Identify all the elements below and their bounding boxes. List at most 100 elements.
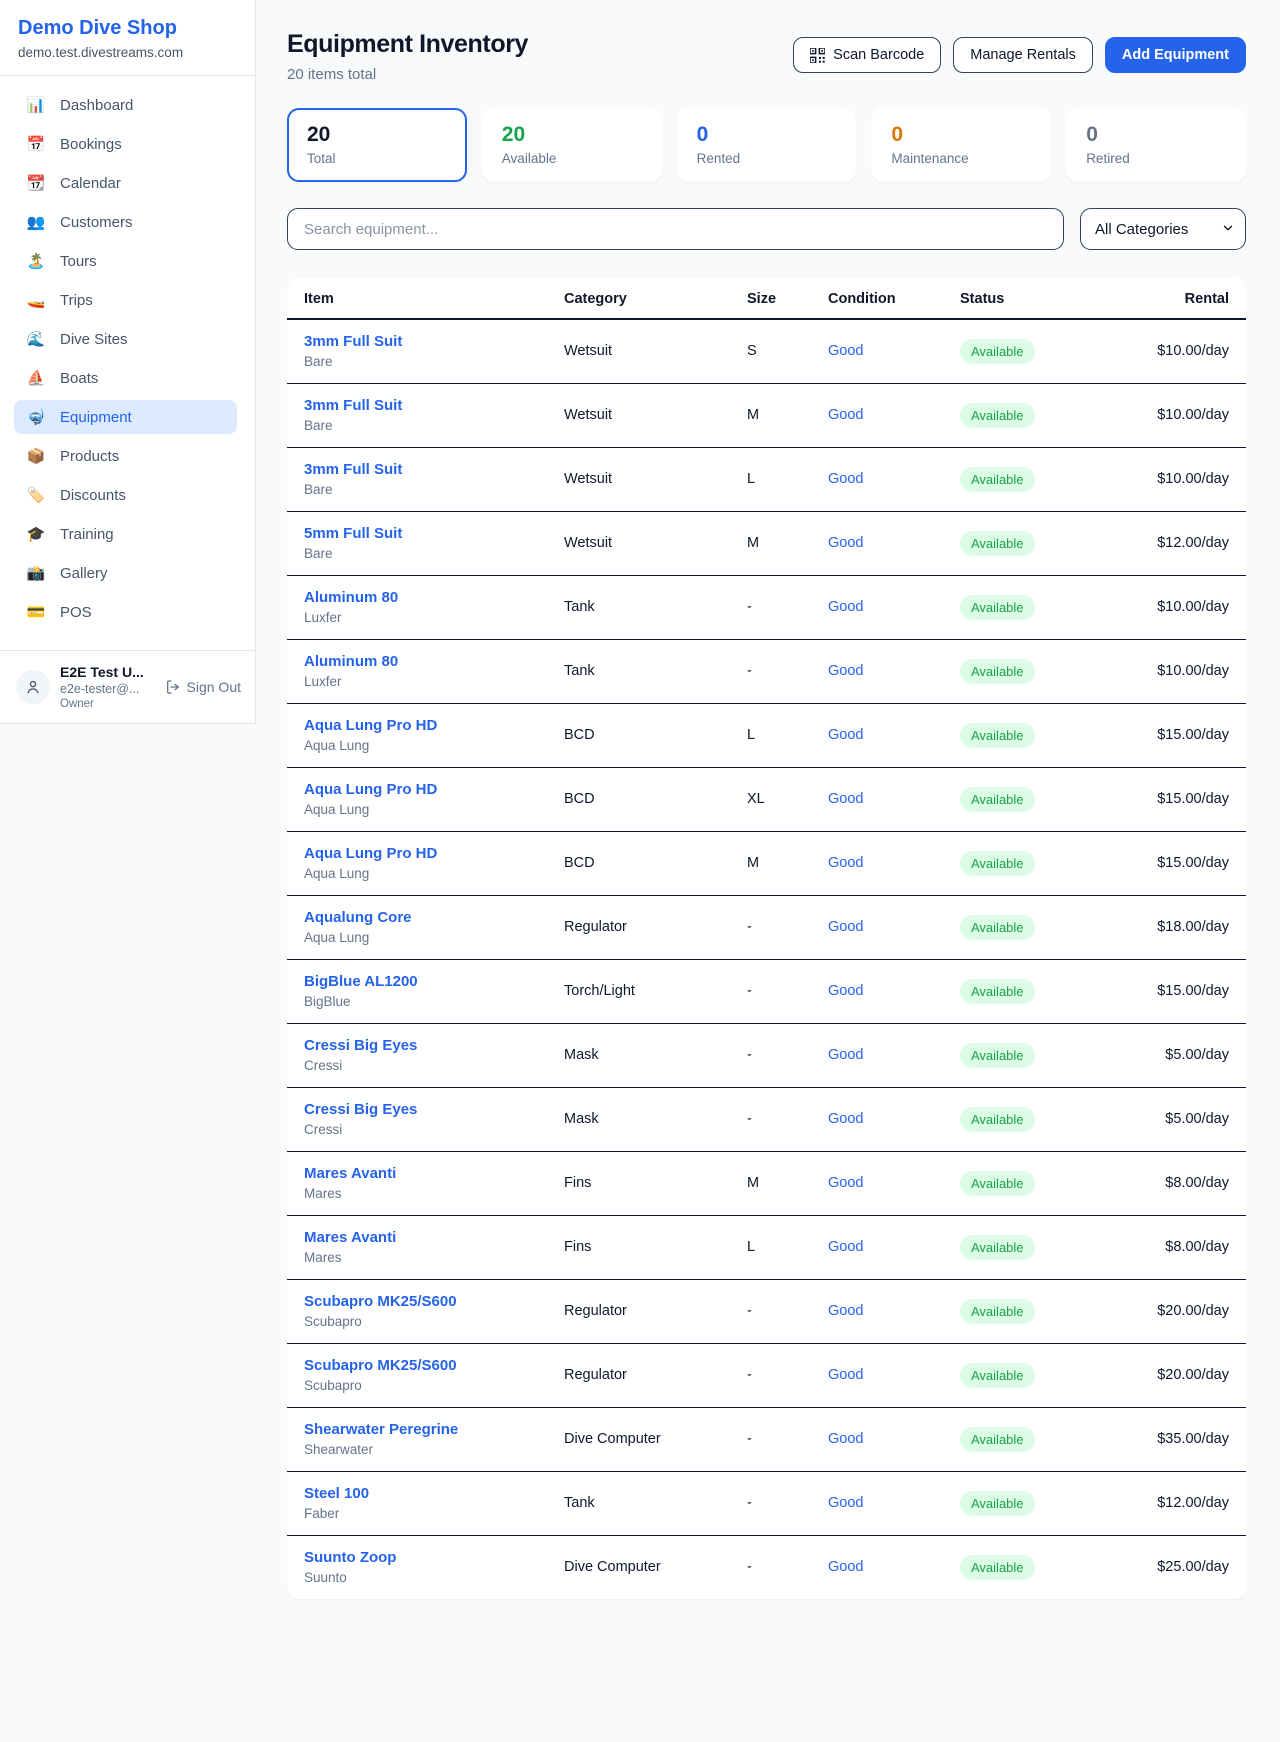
equipment-icon: 🤿 <box>26 408 46 426</box>
page-title: Equipment Inventory <box>287 30 528 59</box>
condition-link[interactable]: Good <box>828 343 863 359</box>
sidebar-item[interactable]: 🏝️ Tours <box>14 244 237 278</box>
sidebar-item[interactable]: 📅 Bookings <box>14 127 237 161</box>
trips-icon: 🚤 <box>26 291 46 309</box>
item-category: Tank <box>564 576 747 640</box>
item-name-link[interactable]: Cressi Big Eyes <box>304 1101 564 1118</box>
sidebar-item-label: Training <box>60 526 114 543</box>
condition-link[interactable]: Good <box>828 1175 863 1191</box>
discounts-icon: 🏷️ <box>26 486 46 504</box>
rental-price: $5.00/day <box>1165 1111 1229 1127</box>
logout-icon <box>165 679 181 695</box>
column-header-rental: Rental <box>1118 278 1246 319</box>
stat-value: 20 <box>307 123 447 147</box>
item-name-link[interactable]: Aluminum 80 <box>304 589 564 606</box>
condition-link[interactable]: Good <box>828 471 863 487</box>
add-equipment-button[interactable]: Add Equipment <box>1105 37 1246 73</box>
condition-link[interactable]: Good <box>828 1367 863 1383</box>
condition-link[interactable]: Good <box>828 1495 863 1511</box>
item-name-link[interactable]: Aluminum 80 <box>304 653 564 670</box>
condition-link[interactable]: Good <box>828 983 863 999</box>
status-badge: Available <box>960 1363 1035 1388</box>
category-filter[interactable]: All Categories <box>1080 208 1246 250</box>
status-badge: Available <box>960 979 1035 1004</box>
sidebar-item-label: Trips <box>60 292 93 309</box>
condition-link[interactable]: Good <box>828 727 863 743</box>
sidebar-item[interactable]: 📊 Dashboard <box>14 88 237 122</box>
item-name-link[interactable]: Mares Avanti <box>304 1165 564 1182</box>
condition-link[interactable]: Good <box>828 1431 863 1447</box>
item-name-link[interactable]: 3mm Full Suit <box>304 333 564 350</box>
item-name-link[interactable]: BigBlue AL1200 <box>304 973 564 990</box>
condition-link[interactable]: Good <box>828 1303 863 1319</box>
sidebar-item[interactable]: 📆 Calendar <box>14 166 237 200</box>
condition-link[interactable]: Good <box>828 791 863 807</box>
item-name-link[interactable]: Cressi Big Eyes <box>304 1037 564 1054</box>
sidebar-item[interactable]: 📸 Gallery <box>14 556 237 590</box>
stat-label: Available <box>502 151 642 166</box>
sidebar-item[interactable]: 🤿 Equipment <box>14 400 237 434</box>
item-brand: Suunto <box>304 1570 564 1585</box>
item-name-link[interactable]: Aqua Lung Pro HD <box>304 717 564 734</box>
sidebar-item[interactable]: 🌊 Dive Sites <box>14 322 237 356</box>
item-name-link[interactable]: Aqua Lung Pro HD <box>304 781 564 798</box>
rental-price: $15.00/day <box>1157 791 1229 807</box>
sidebar-item[interactable]: 👥 Customers <box>14 205 237 239</box>
item-category: Wetsuit <box>564 448 747 512</box>
condition-link[interactable]: Good <box>828 1559 863 1575</box>
item-name-link[interactable]: Mares Avanti <box>304 1229 564 1246</box>
item-category: Fins <box>564 1216 747 1280</box>
condition-link[interactable]: Good <box>828 663 863 679</box>
item-name-link[interactable]: 3mm Full Suit <box>304 397 564 414</box>
item-name-link[interactable]: 3mm Full Suit <box>304 461 564 478</box>
condition-link[interactable]: Good <box>828 407 863 423</box>
sidebar-item[interactable]: 🚤 Trips <box>14 283 237 317</box>
manage-rentals-button[interactable]: Manage Rentals <box>953 37 1093 73</box>
item-name-link[interactable]: Aqualung Core <box>304 909 564 926</box>
condition-link[interactable]: Good <box>828 599 863 615</box>
item-name-link[interactable]: 5mm Full Suit <box>304 525 564 542</box>
condition-link[interactable]: Good <box>828 855 863 871</box>
condition-link[interactable]: Good <box>828 535 863 551</box>
item-name-link[interactable]: Shearwater Peregrine <box>304 1421 564 1438</box>
condition-link[interactable]: Good <box>828 1239 863 1255</box>
avatar <box>16 670 50 704</box>
sidebar-item[interactable]: 💳 POS <box>14 595 237 629</box>
item-category: Regulator <box>564 1280 747 1344</box>
stat-card[interactable]: 0 Maintenance <box>871 108 1051 182</box>
item-name-link[interactable]: Aqua Lung Pro HD <box>304 845 564 862</box>
stat-value: 0 <box>891 123 1031 147</box>
rental-price: $8.00/day <box>1165 1239 1229 1255</box>
condition-link[interactable]: Good <box>828 919 863 935</box>
rental-price: $15.00/day <box>1157 855 1229 871</box>
user-section: E2E Test U... e2e-tester@... Owner Sign … <box>0 650 255 723</box>
item-brand: Aqua Lung <box>304 802 564 817</box>
status-badge: Available <box>960 851 1035 876</box>
brand-name[interactable]: Demo Dive Shop <box>18 17 237 40</box>
item-name-link[interactable]: Scubapro MK25/S600 <box>304 1357 564 1374</box>
item-name-link[interactable]: Suunto Zoop <box>304 1549 564 1566</box>
search-input[interactable] <box>287 208 1064 250</box>
stat-label: Total <box>307 151 447 166</box>
stat-card[interactable]: 0 Rented <box>677 108 857 182</box>
condition-link[interactable]: Good <box>828 1111 863 1127</box>
table-row: Aluminum 80 Luxfer Tank - Good Available… <box>287 576 1246 640</box>
brand-domain: demo.test.divestreams.com <box>18 45 237 60</box>
condition-link[interactable]: Good <box>828 1047 863 1063</box>
sidebar-item[interactable]: 🏷️ Discounts <box>14 478 237 512</box>
item-size: - <box>747 1280 828 1344</box>
item-name-link[interactable]: Steel 100 <box>304 1485 564 1502</box>
stat-card[interactable]: 20 Total <box>287 108 467 182</box>
item-name-link[interactable]: Scubapro MK25/S600 <box>304 1293 564 1310</box>
sidebar-item[interactable]: 🎓 Training <box>14 517 237 551</box>
stat-card[interactable]: 20 Available <box>482 108 662 182</box>
stat-card[interactable]: 0 Retired <box>1066 108 1246 182</box>
sidebar-item[interactable]: 📦 Products <box>14 439 237 473</box>
scan-barcode-button[interactable]: Scan Barcode <box>793 37 941 73</box>
rental-price: $20.00/day <box>1157 1367 1229 1383</box>
sidebar-item[interactable]: ⛵ Boats <box>14 361 237 395</box>
sign-out-button[interactable]: Sign Out <box>165 679 241 695</box>
item-size: M <box>747 384 828 448</box>
status-badge: Available <box>960 787 1035 812</box>
table-row: 3mm Full Suit Bare Wetsuit L Good Availa… <box>287 448 1246 512</box>
